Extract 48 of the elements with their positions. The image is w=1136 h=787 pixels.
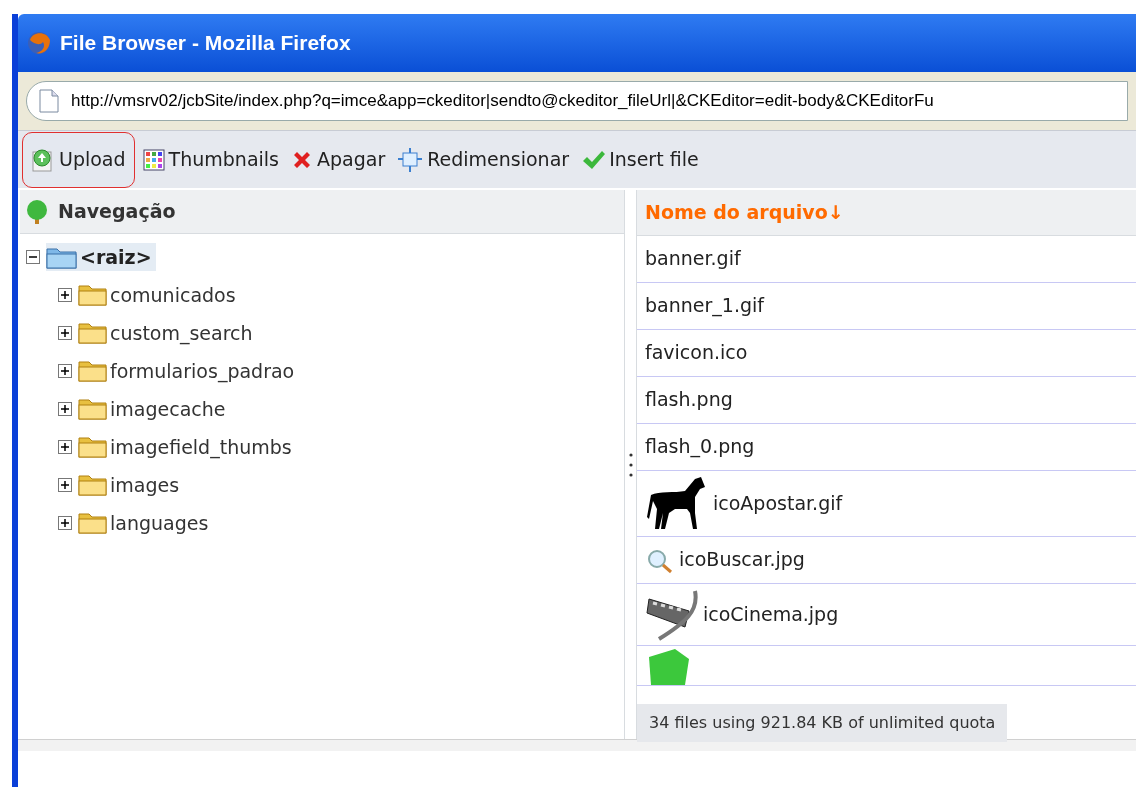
folder-item[interactable]: comunicados (78, 280, 240, 310)
file-name[interactable]: favicon.ico (645, 338, 748, 367)
folder-icon (78, 359, 108, 383)
folder-icon (78, 511, 108, 535)
firefox-icon (26, 30, 52, 56)
file-name[interactable]: icoCinema.jpg (703, 599, 839, 629)
folder-item[interactable]: formularios_padrao (78, 356, 299, 386)
folder-icon (78, 283, 108, 307)
grid-icon (142, 148, 165, 171)
window-title: File Browser - Mozilla Firefox (60, 30, 351, 57)
folder-item[interactable]: images (78, 470, 184, 500)
status-text: 34 files using 921.84 KB of unlimited quota (637, 704, 1008, 742)
toolbar-button[interactable]: Redimensionar (393, 139, 574, 180)
checkmark-icon (581, 148, 606, 171)
expand-icon[interactable] (58, 402, 72, 416)
expand-icon[interactable] (58, 516, 72, 530)
folder-item[interactable]: imagecache (78, 394, 230, 424)
collapse-icon[interactable] (26, 250, 40, 264)
folder-item[interactable]: imagefield_thumbs (78, 432, 296, 462)
address-field[interactable]: http://vmsrv02/jcbSite/index.php?q=imce&app=ckeditor|sendto@ckeditor_fileUrl|&CKEditor=edit-body&CKEditorFu (26, 81, 1128, 121)
expand-icon[interactable] (58, 364, 72, 378)
file-name[interactable]: banner.gif (645, 244, 741, 273)
folder-item[interactable]: <raiz> (46, 242, 156, 272)
toolbar-button[interactable]: Insert file (577, 139, 703, 180)
toolbar-button[interactable]: Upload (22, 131, 135, 188)
file-name[interactable]: flash.png (645, 385, 733, 414)
page-icon (39, 89, 59, 113)
expand-icon[interactable] (58, 440, 72, 454)
file-name[interactable]: icoBuscar.jpg (679, 545, 805, 574)
panel-title: Navegação (58, 199, 176, 225)
resize-icon (397, 147, 424, 172)
expand-icon[interactable] (58, 478, 72, 492)
file-name[interactable]: banner_1.gif (645, 291, 764, 320)
folder-icon (78, 435, 108, 459)
file-name[interactable]: flash_0.png (645, 432, 755, 461)
file-name[interactable]: icoApostar.gif (713, 488, 843, 518)
folder-icon (46, 245, 78, 269)
expand-icon[interactable] (58, 288, 72, 302)
tree-icon (24, 198, 50, 225)
toolbar-button[interactable]: Thumbnails (138, 139, 283, 180)
expand-icon[interactable] (58, 326, 72, 340)
folder-icon (78, 473, 108, 497)
folder-item[interactable]: languages (78, 508, 213, 538)
toolbar-button[interactable]: Apagar (287, 139, 390, 180)
folder-icon (78, 397, 108, 421)
folder-item[interactable]: custom_search (78, 318, 257, 348)
upload-icon (31, 147, 55, 172)
folder-icon (78, 321, 108, 345)
